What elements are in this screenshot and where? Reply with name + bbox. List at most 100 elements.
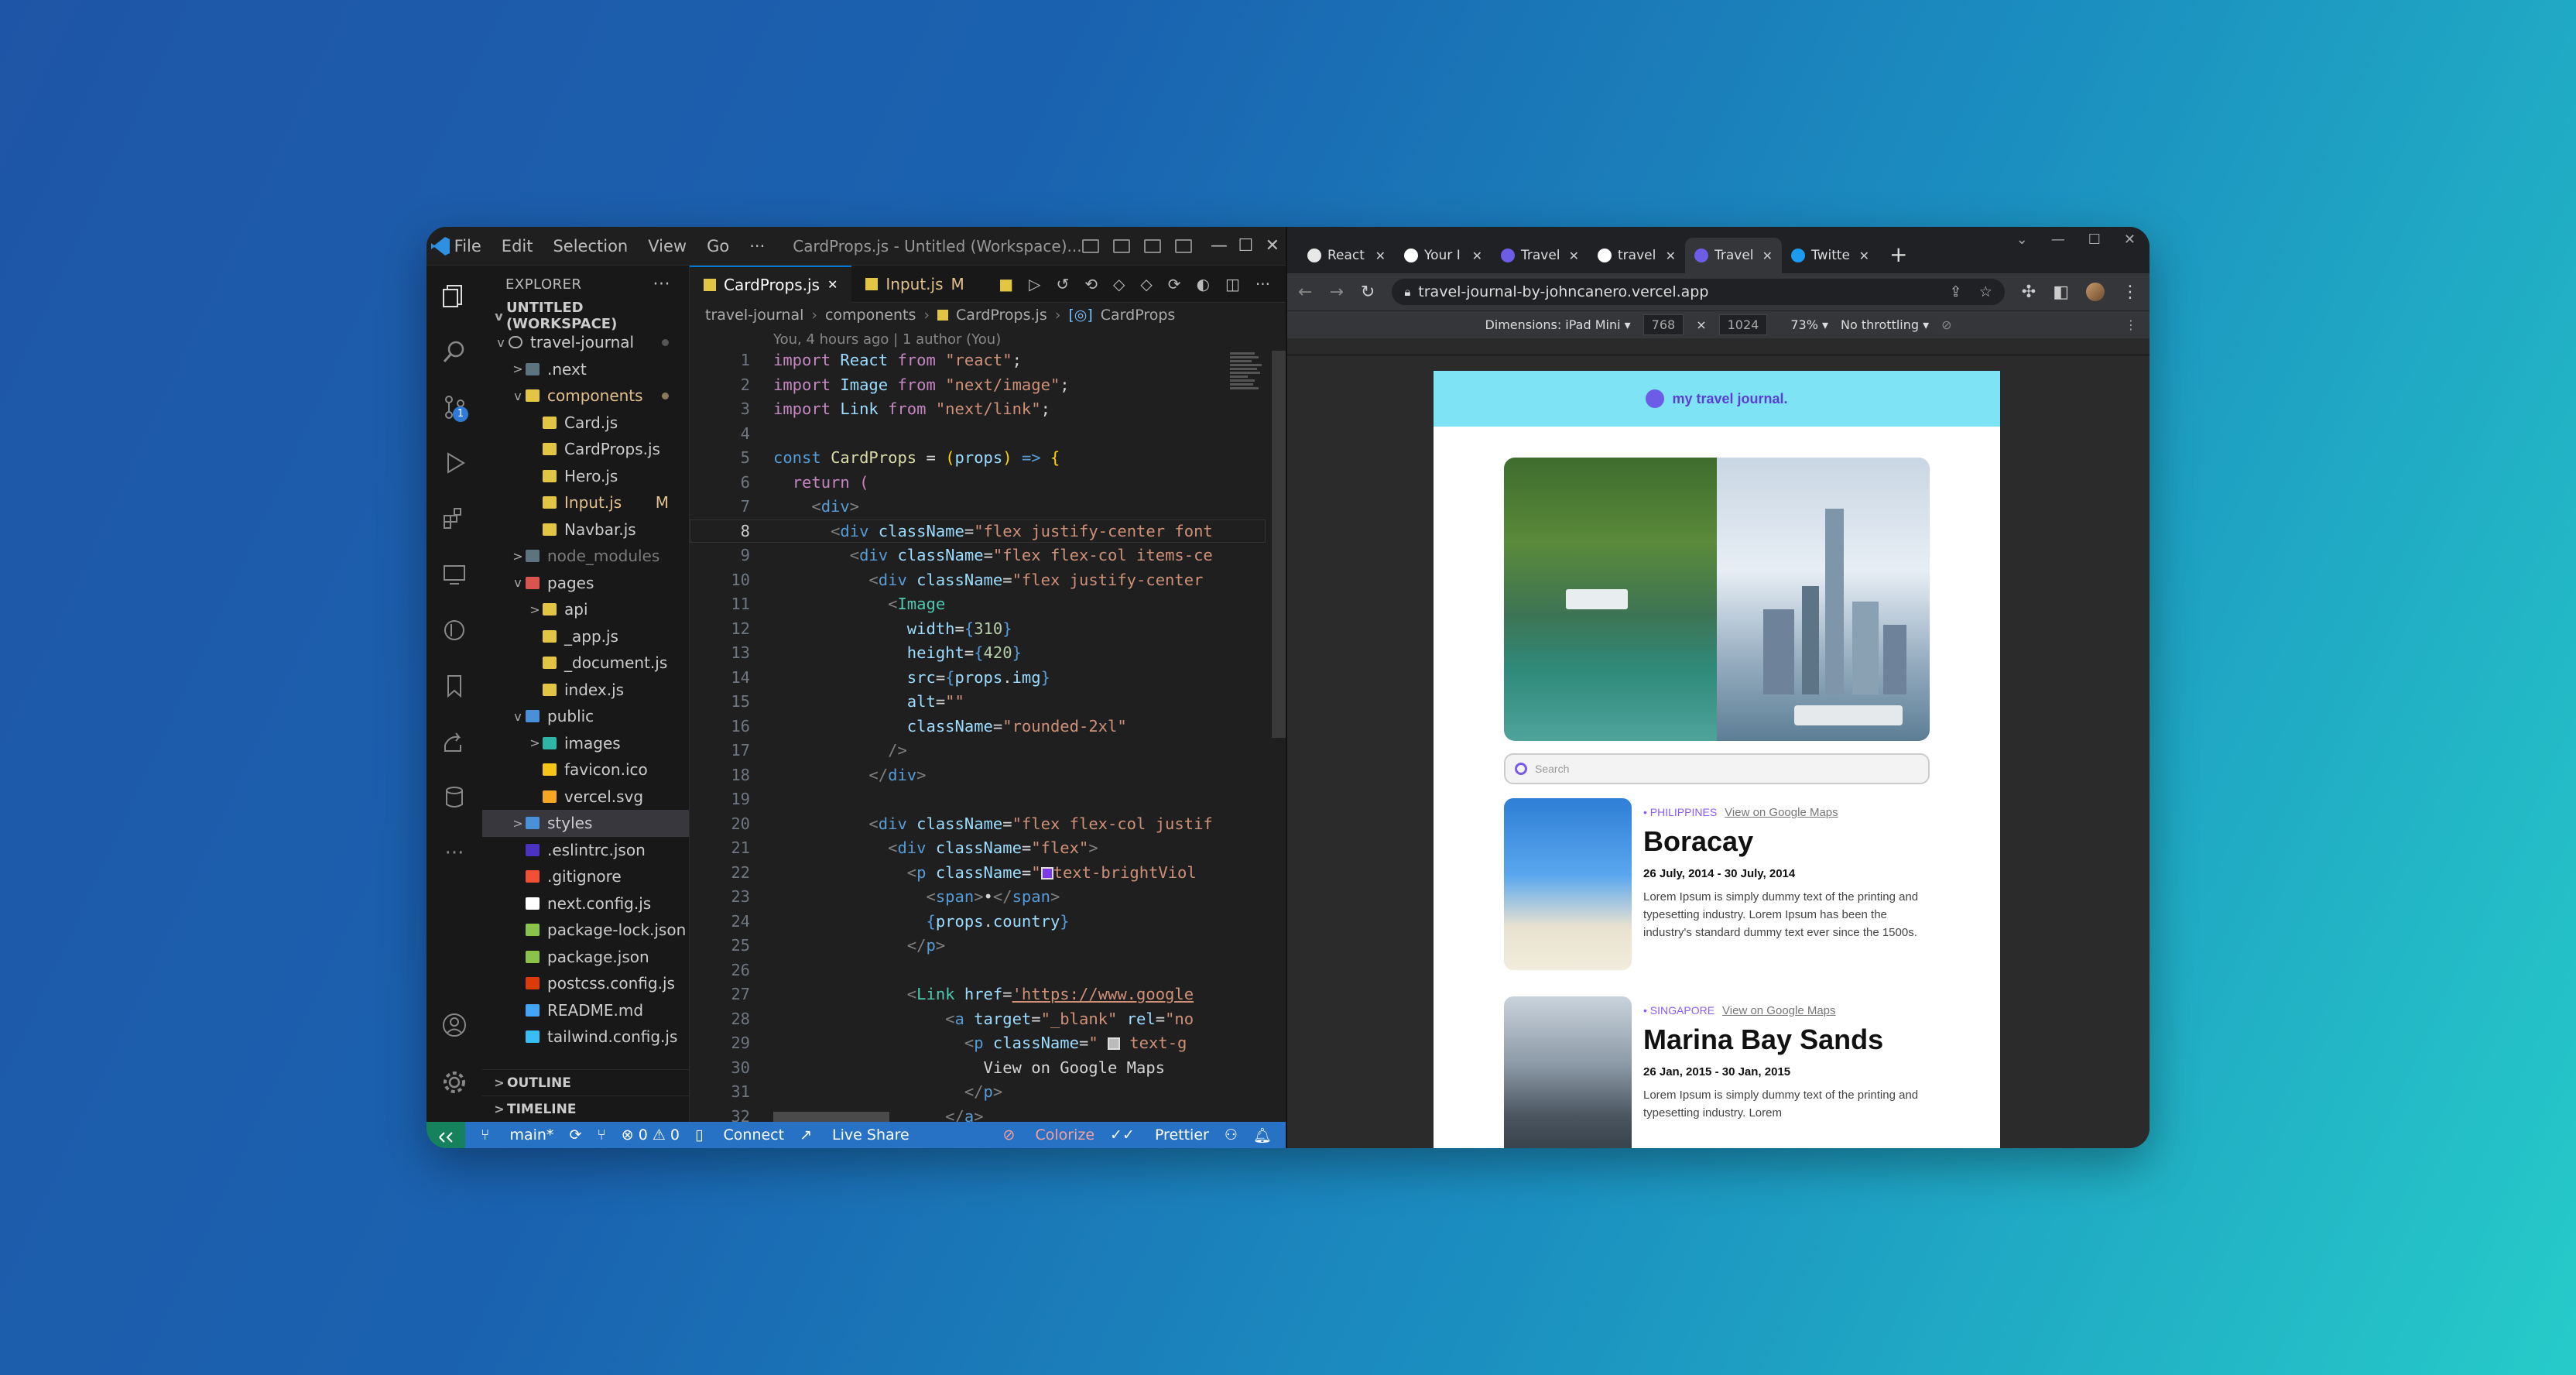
tree-item[interactable]: next.config.js: [482, 890, 689, 917]
go-back-icon[interactable]: ⟲: [1084, 275, 1098, 293]
vertical-scrollbar[interactable]: [1272, 351, 1286, 738]
tree-item[interactable]: v public: [482, 703, 689, 730]
back-icon[interactable]: ←: [1298, 283, 1312, 302]
tree-item[interactable]: tailwind.config.js: [482, 1024, 689, 1051]
browser-tab[interactable]: Your I ✕: [1395, 238, 1492, 273]
side-panel-icon[interactable]: ◧: [2053, 283, 2069, 302]
problems-status[interactable]: ⊗ 0 ⚠ 0: [622, 1126, 680, 1144]
browser-tab[interactable]: React ✕: [1298, 238, 1395, 273]
run-icon[interactable]: ▷: [1029, 275, 1040, 293]
tree-item[interactable]: v pages: [482, 570, 689, 597]
menu-item[interactable]: Selection: [553, 237, 628, 255]
tree-item[interactable]: index.js: [482, 677, 689, 704]
device-more-icon[interactable]: ⋮: [2125, 317, 2137, 332]
toggle-panel-icon[interactable]: [1112, 238, 1130, 253]
close-tab-icon[interactable]: ✕: [1472, 249, 1482, 263]
device-width-input[interactable]: 768: [1643, 314, 1684, 335]
feedback-icon[interactable]: ⚇: [1225, 1126, 1238, 1144]
menu-item[interactable]: View: [648, 237, 687, 255]
connect-status[interactable]: ▯ Connect: [695, 1126, 784, 1144]
tree-item[interactable]: README.md: [482, 997, 689, 1024]
next-change-icon[interactable]: ◇: [1140, 275, 1152, 293]
accounts-icon[interactable]: [439, 1009, 470, 1041]
tree-item[interactable]: .eslintrc.json: [482, 837, 689, 864]
previous-change-icon[interactable]: ◇: [1113, 275, 1125, 293]
tree-item[interactable]: postcss.config.js: [482, 970, 689, 997]
tab-search-icon[interactable]: ⌄: [2016, 231, 2028, 248]
tree-item[interactable]: .gitignore: [482, 863, 689, 890]
throttling-select[interactable]: No throttling ▾: [1841, 317, 1929, 332]
codelens-blame[interactable]: You, 4 hours ago | 1 author (You): [690, 327, 1286, 351]
minimap[interactable]: [1230, 351, 1266, 428]
browser-minimize-button[interactable]: —: [2051, 231, 2065, 248]
tree-item[interactable]: vercel.svg: [482, 784, 689, 811]
tree-item[interactable]: _document.js: [482, 650, 689, 677]
tree-item[interactable]: > styles: [482, 810, 689, 837]
browser-tab[interactable]: Travel ✕: [1685, 238, 1782, 273]
close-button[interactable]: ✕: [1259, 236, 1286, 255]
colorize-status[interactable]: ⊘ Colorize: [1003, 1126, 1095, 1144]
google-maps-link[interactable]: View on Google Maps: [1725, 806, 1838, 819]
rotate-icon[interactable]: ⊘: [1941, 317, 1951, 332]
close-tab-icon[interactable]: ✕: [1375, 249, 1386, 263]
remote-indicator[interactable]: [426, 1122, 465, 1148]
breadcrumb-item[interactable]: CardProps.js: [956, 307, 1047, 324]
close-tab-icon[interactable]: ✕: [1569, 249, 1579, 263]
profile-avatar[interactable]: [2086, 283, 2105, 301]
tree-item[interactable]: > api: [482, 596, 689, 623]
tree-item[interactable]: Navbar.js: [482, 516, 689, 543]
site-brand[interactable]: my travel journal.: [1672, 391, 1787, 407]
live-share-icon[interactable]: [439, 725, 470, 758]
tree-item[interactable]: _app.js: [482, 623, 689, 650]
minimize-button[interactable]: —: [1206, 236, 1232, 255]
forward-icon[interactable]: →: [1329, 283, 1343, 302]
tree-item[interactable]: Card.js: [482, 410, 689, 437]
outline-section[interactable]: > OUTLINE: [482, 1069, 689, 1096]
bookmarks-icon[interactable]: [439, 670, 470, 702]
browser-maximize-button[interactable]: ☐: [2088, 231, 2101, 248]
browser-tab[interactable]: Twitte ✕: [1782, 238, 1879, 273]
close-tab-icon[interactable]: ✕: [1666, 249, 1676, 263]
close-tab-icon[interactable]: ✕: [1762, 249, 1773, 263]
browser-tab[interactable]: Travel ✕: [1492, 238, 1588, 273]
customize-layout-icon[interactable]: [1174, 238, 1192, 253]
tree-item[interactable]: Hero.js: [482, 463, 689, 490]
color-theme-icon[interactable]: ◐: [1197, 275, 1210, 293]
breadcrumb-item[interactable]: components: [825, 307, 916, 324]
branch-status[interactable]: ⑂ main*: [481, 1126, 553, 1144]
browser-tab[interactable]: travel ✕: [1588, 238, 1685, 273]
prettier-status[interactable]: ✓✓ Prettier: [1110, 1126, 1209, 1144]
horizontal-scrollbar[interactable]: [773, 1112, 889, 1122]
search-icon[interactable]: [439, 335, 470, 368]
tree-item[interactable]: package-lock.json: [482, 917, 689, 944]
remote-explorer-icon[interactable]: [439, 558, 470, 591]
new-tab-button[interactable]: +: [1889, 242, 1907, 267]
history-icon[interactable]: ↺: [1056, 275, 1069, 293]
sync-icon[interactable]: ⟳: [569, 1126, 581, 1144]
tree-item[interactable]: > images: [482, 730, 689, 757]
menu-item[interactable]: Edit: [502, 237, 533, 255]
menu-item[interactable]: Go: [707, 237, 729, 255]
reload-icon[interactable]: ↻: [1361, 283, 1375, 302]
extensions-puzzle-icon[interactable]: ✣: [2022, 283, 2036, 302]
tree-item[interactable]: CardProps.js: [482, 436, 689, 463]
toggle-secondary-sidebar-icon[interactable]: [1143, 238, 1161, 253]
tree-item[interactable]: > node_modules: [482, 543, 689, 570]
split-editor-icon[interactable]: ◫: [1225, 275, 1240, 293]
tree-item[interactable]: v travel-journal: [482, 329, 689, 356]
workspace-header[interactable]: v UNTITLED (WORKSPACE): [482, 300, 689, 332]
device-select[interactable]: Dimensions: iPad Mini ▾: [1485, 317, 1630, 332]
tree-item[interactable]: v components: [482, 382, 689, 410]
run-debug-icon[interactable]: [439, 447, 470, 479]
google-maps-link[interactable]: View on Google Maps: [1722, 1004, 1835, 1017]
toggle-sidebar-icon[interactable]: [1081, 238, 1099, 253]
menu-item[interactable]: File: [454, 237, 481, 255]
explorer-icon[interactable]: [439, 279, 470, 312]
close-tab-icon[interactable]: ✕: [1859, 249, 1869, 263]
menu-item[interactable]: ···: [749, 237, 765, 255]
tab-cardprops[interactable]: CardProps.js ✕: [690, 266, 852, 303]
more-actions-icon[interactable]: ···: [1255, 275, 1270, 293]
address-bar[interactable]: 🔒︎ travel-journal-by-johncanero.vercel.a…: [1392, 279, 2005, 305]
breadcrumb-item[interactable]: CardProps: [1101, 307, 1176, 324]
database-icon[interactable]: [439, 781, 470, 814]
